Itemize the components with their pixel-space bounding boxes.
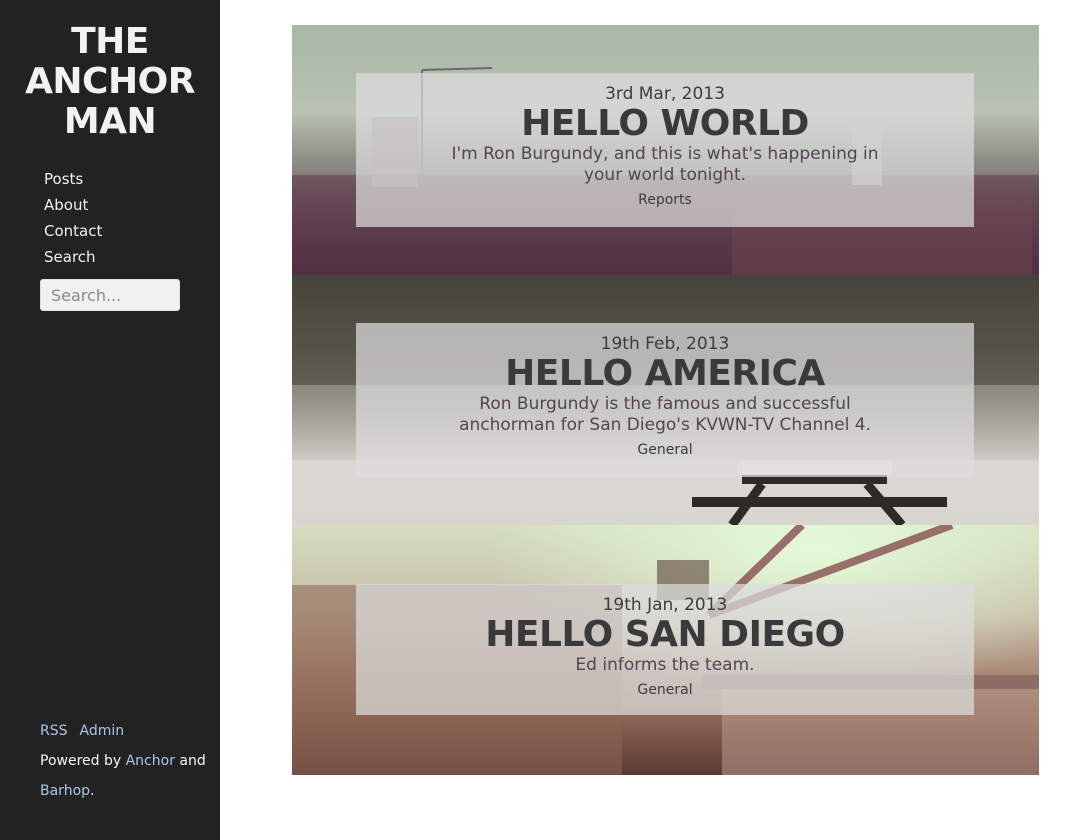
post-title: HELLO AMERICA [356, 354, 974, 394]
post-title-link[interactable]: HELLO WORLD [521, 103, 809, 144]
post-date: 19th Jan, 2013 [602, 595, 728, 615]
post-list: 3rd Mar, 2013 HELLO WORLD I'm Ron Burgun… [292, 25, 1039, 775]
nav-item-posts: Posts [44, 168, 102, 194]
sidebar-footer: RSS Admin Powered by Anchor and Barhop. [40, 716, 216, 806]
anchor-link[interactable]: Anchor [126, 753, 175, 769]
post-category: Reports [356, 190, 974, 210]
main-nav: Posts About Contact Search [44, 168, 102, 272]
post-excerpt: Ed informs the team. [575, 655, 755, 675]
post-category-link[interactable]: General [637, 682, 692, 698]
post-category-link[interactable]: Reports [638, 192, 692, 208]
site-title-line-1: THE [71, 21, 149, 62]
rss-link[interactable]: RSS [40, 723, 68, 739]
nav-item-contact: Contact [44, 220, 102, 246]
nav-item-about: About [44, 194, 102, 220]
post-title: HELLO WORLD [356, 104, 974, 144]
powered-by: Powered by Anchor and Barhop. [40, 746, 216, 806]
site-title-link[interactable]: THE ANCHOR MAN [0, 22, 220, 142]
post-title-link[interactable]: HELLO AMERICA [505, 353, 825, 394]
footer-links: RSS Admin [40, 716, 216, 746]
post-title-link[interactable]: HELLO SAN DIEGO [485, 614, 845, 655]
post-item: 19th Jan, 2013 HELLO SAN DIEGO Ed inform… [292, 525, 1039, 775]
nav-link-search[interactable]: Search [44, 248, 96, 266]
post-category-link[interactable]: General [637, 442, 692, 458]
nav-item-search: Search [44, 246, 102, 272]
post-card: 19th Jan, 2013 HELLO SAN DIEGO Ed inform… [356, 584, 974, 715]
powered-by-and: and [179, 753, 206, 769]
search-input[interactable] [40, 279, 180, 311]
powered-by-period: . [90, 783, 95, 799]
post-title: HELLO SAN DIEGO [356, 615, 974, 655]
post-card: 3rd Mar, 2013 HELLO WORLD I'm Ron Burgun… [356, 73, 974, 227]
post-card: 19th Feb, 2013 HELLO AMERICA Ron Burgund… [356, 323, 974, 477]
nav-link-posts[interactable]: Posts [44, 170, 83, 188]
site-title-line-3: MAN [63, 101, 157, 142]
post-item: 3rd Mar, 2013 HELLO WORLD I'm Ron Burgun… [292, 25, 1039, 275]
post-date: 19th Feb, 2013 [600, 334, 730, 354]
nav-link-contact[interactable]: Contact [44, 222, 102, 240]
post-category: General [356, 440, 974, 460]
admin-link[interactable]: Admin [80, 723, 125, 739]
post-excerpt: I'm Ron Burgundy, and this is what's hap… [451, 144, 879, 185]
barhop-link[interactable]: Barhop [40, 783, 90, 799]
post-category: General [356, 680, 974, 700]
post-excerpt: Ron Burgundy is the famous and successfu… [459, 394, 871, 435]
site-title: THE ANCHOR MAN [0, 22, 220, 142]
powered-by-prefix: Powered by [40, 753, 122, 769]
sidebar: THE ANCHOR MAN Posts About Contact Searc… [0, 0, 220, 840]
site-title-line-2: ANCHOR [25, 61, 195, 102]
nav-link-about[interactable]: About [44, 196, 88, 214]
post-item: 19th Feb, 2013 HELLO AMERICA Ron Burgund… [292, 275, 1039, 525]
post-date: 3rd Mar, 2013 [605, 84, 725, 104]
